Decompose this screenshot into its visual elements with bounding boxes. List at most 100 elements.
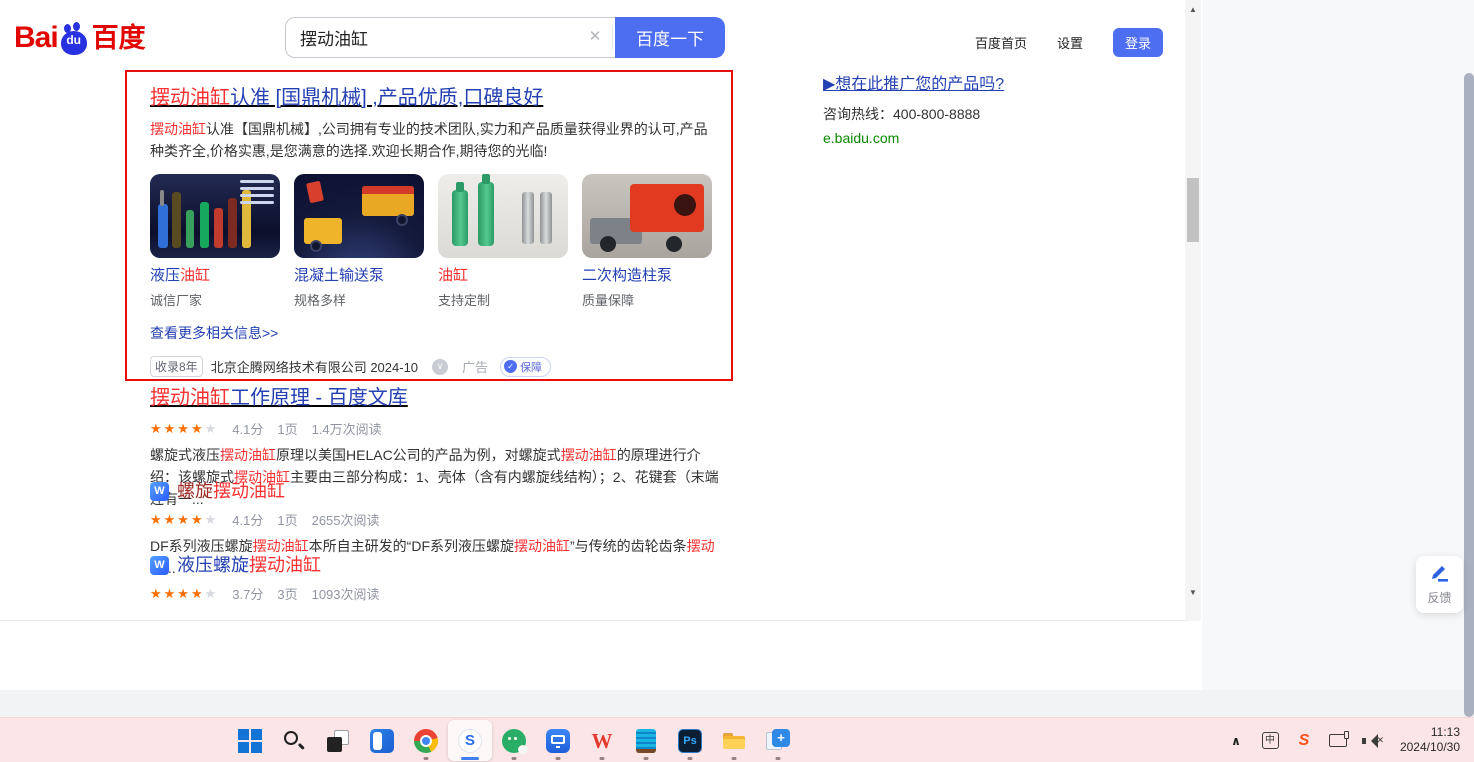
product-title[interactable]: 二次构造柱泵 [582,266,712,286]
ime-chinese-icon: 中 [1261,732,1279,749]
nav-settings[interactable]: 设置 [1057,33,1083,52]
tray-sogou-icon[interactable]: S [1294,729,1314,753]
window-bottom-strip [0,690,1474,717]
product-card-hydraulic-cylinder[interactable]: 液压油缸 诚信厂家 [150,174,280,309]
taskbar-wechat[interactable] [492,720,536,761]
tray-cast-display[interactable] [1328,729,1349,753]
page-count: 1页 [277,422,298,437]
result-rating-row: ★★★★★ ★★★★★ 3.7分 3页 1093次阅读 [150,584,720,603]
window-plus-icon: + [766,728,790,753]
wechat-icon [502,728,528,754]
product-card-oil-cylinder[interactable]: 油缸 支持定制 [438,174,568,309]
ad-product-cards: 液压油缸 诚信厂家 混凝土输送泵 规格多样 油缸 支持定制 二次构造柱泵 质量保… [150,174,712,309]
product-image-green-cylinders[interactable] [438,174,568,258]
result-title-link[interactable]: 螺旋摆动油缸 [177,479,285,503]
search-divider [612,26,613,49]
read-count: 1.4万次阅读 [311,422,382,437]
scroll-up-icon[interactable]: ▲ [1185,5,1201,14]
search-input[interactable] [285,17,617,58]
product-title[interactable]: 液压油缸 [150,266,280,286]
page-count: 1页 [277,513,298,528]
promo-url-link[interactable]: e.baidu.com [823,130,1153,146]
rating-score: 3.7分 [232,587,264,602]
wenku-icon: W [150,555,169,575]
pc-manager-icon [546,728,570,753]
scrollbar-thumb[interactable] [1187,178,1199,242]
rating-score: 4.1分 [232,422,264,437]
sogou-browser-icon: S [458,728,482,753]
folder-icon [722,729,746,753]
star-rating: ★★★★★ ★★★★★ [150,585,219,601]
page-scrollbar[interactable]: ▲ ▼ [1185,0,1201,621]
search-box: ✕ 百度一下 [285,17,725,58]
clear-search-icon[interactable]: ✕ [585,27,605,45]
star-rating: ★★★★★ ★★★★★ [150,420,219,436]
result-title-link[interactable]: 摆动油缸工作原理 - 百度文库 [150,384,720,412]
taskbar-photoshop[interactable]: Ps [668,720,712,761]
ad-label: 广告 [462,360,489,375]
taskbar-wps[interactable]: W [580,720,624,761]
tray-volume-muted[interactable]: ✕ [1362,733,1384,749]
taskbar-clock[interactable]: 11:13 2024/10/30 [1400,725,1460,755]
feedback-button[interactable]: 反馈 [1416,556,1463,613]
scroll-down-icon[interactable]: ▼ [1185,588,1201,597]
product-title[interactable]: 混凝土输送泵 [294,266,424,286]
product-image-concrete-pump[interactable] [294,174,424,258]
product-image-hydraulic-cylinders[interactable] [150,174,280,258]
start-button[interactable] [228,720,272,761]
widgets-icon [370,728,394,753]
task-view-icon [326,729,350,753]
baidu-search-button[interactable]: 百度一下 [615,17,725,58]
ad-description: 摆动油缸认准【国鼎机械】,公司拥有专业的技术团队,实力和产品质量获得业界的认可,… [150,121,708,159]
guarantee-badge[interactable]: ✓ 保障 [500,356,552,377]
product-card-column-pump[interactable]: 二次构造柱泵 质量保障 [582,174,712,309]
taskbar-file-explorer[interactable] [712,720,756,761]
tray-hidden-icons-chevron[interactable]: ∧ [1226,729,1246,753]
widgets-button[interactable] [360,720,404,761]
promo-link[interactable]: ▶想在此推广您的产品吗? [823,74,1153,96]
baidu-logo[interactable]: Bai du 百度 [14,16,146,55]
search-results-page: Bai du 百度 ✕ 百度一下 百度首页 设置 登录 摆动油缸认准 [国鼎机械… [0,0,1201,621]
search-result: W 液压螺旋摆动油缸 ★★★★★ ★★★★★ 3.7分 3页 1093次阅读 [150,553,720,603]
ad-title-link[interactable]: 摆动油缸认准 [国鼎机械] ,产品优质,口碑良好 [150,84,712,112]
shield-check-icon: ✓ [504,360,518,373]
ad-feedback-chevron-icon[interactable]: ∨ [432,358,449,375]
product-card-concrete-pump[interactable]: 混凝土输送泵 规格多样 [294,174,424,309]
taskbar-search-button[interactable] [272,720,316,761]
outer-scrollbar-thumb[interactable] [1464,73,1474,717]
monitor-phone-icon [1329,731,1349,747]
product-image-red-pump-machine[interactable] [582,174,712,258]
promo-hotline: 咨询热线：400-800-8888 [823,106,981,122]
baidu-paw-icon: du [59,22,89,55]
tray-ime-indicator[interactable]: 中 [1260,729,1280,753]
taskbar-new-window-app[interactable]: + [756,720,800,761]
wps-icon: W [591,728,613,753]
rating-score: 4.1分 [232,513,264,528]
photoshop-icon: Ps [678,728,702,753]
indexed-years-badge: 收录8年 [150,356,203,377]
top-nav: 百度首页 设置 登录 [975,28,1164,57]
wenku-icon: W [150,481,169,501]
logo-text-bai: Bai [14,21,59,54]
taskbar-notepad[interactable] [624,720,668,761]
nav-baidu-home[interactable]: 百度首页 [975,33,1027,52]
taskbar-chrome[interactable] [404,720,448,761]
taskbar-pc-manager[interactable] [536,720,580,761]
product-subtitle: 诚信厂家 [150,293,203,308]
tray-date: 2024/10/30 [1399,740,1460,754]
task-view-button[interactable] [316,720,360,761]
chrome-icon [414,728,438,753]
result-rating-row: ★★★★★ ★★★★★ 4.1分 1页 2655次阅读 [150,510,720,529]
taskbar-sogou-browser-active[interactable]: S [448,720,492,761]
sidebar-promo: ▶想在此推广您的产品吗? 咨询热线：400-800-8888 e.baidu.c… [823,74,1153,146]
browser-viewport: Bai du 百度 ✕ 百度一下 百度首页 设置 登录 摆动油缸认准 [国鼎机械… [0,0,1202,690]
product-subtitle: 规格多样 [294,293,347,308]
result-title-link[interactable]: 液压螺旋摆动油缸 [177,553,321,577]
see-more-link[interactable]: 查看更多相关信息>> [150,323,278,343]
result-rating-row: ★★★★★ ★★★★★ 4.1分 1页 1.4万次阅读 [150,419,720,438]
pencil-icon [1431,566,1448,582]
page-count: 3页 [277,587,298,602]
product-title[interactable]: 油缸 [438,266,568,286]
login-button[interactable]: 登录 [1113,28,1164,57]
read-count: 1093次阅读 [311,587,380,602]
